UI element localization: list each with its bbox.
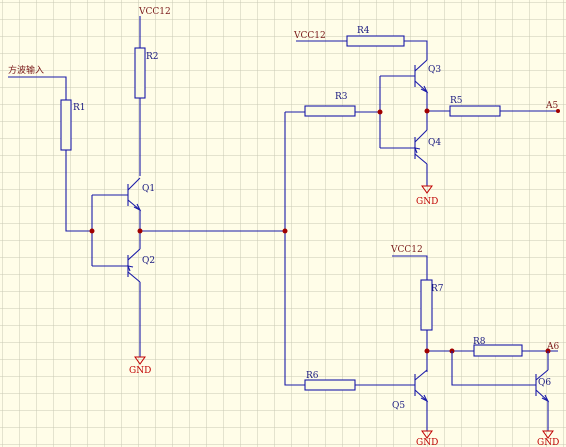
gnd-q2-label: GND xyxy=(129,366,151,376)
r5-label: R5 xyxy=(450,96,463,106)
r1-label: R1 xyxy=(73,103,86,113)
q1-label: Q1 xyxy=(142,184,155,194)
vcc-r4-label: VCC12 xyxy=(293,31,326,41)
grid-background xyxy=(0,0,566,447)
a6-label: A6 xyxy=(546,342,559,352)
r6-label: R6 xyxy=(306,371,319,381)
q6-label: Q6 xyxy=(538,378,551,388)
gnd-q6-label: GND xyxy=(537,438,559,447)
r2-label: R2 xyxy=(146,52,159,62)
junction-q3q4-out xyxy=(424,108,430,114)
r7-label: R7 xyxy=(431,284,444,294)
junction-q3q4-base xyxy=(377,109,383,115)
junction-bus xyxy=(282,228,288,234)
junction-input xyxy=(89,228,95,234)
junction-q5-collector xyxy=(424,348,430,354)
r8-label: R8 xyxy=(473,337,486,347)
q2-label: Q2 xyxy=(142,256,155,266)
schematic-canvas: 方波输入 R1 VCC12 R2 Q1 Q2 GND R3 VCC12 R4 Q… xyxy=(0,0,566,447)
q3-label: Q3 xyxy=(428,65,441,75)
a5-label: A5 xyxy=(545,101,558,111)
gnd-q4-label: GND xyxy=(416,197,438,207)
vcc-top-label: VCC12 xyxy=(138,7,171,17)
junction-q1-q2 xyxy=(137,228,143,234)
q5-label: Q5 xyxy=(392,401,405,411)
r4-label: R4 xyxy=(357,26,370,36)
q4-label: Q4 xyxy=(428,138,441,148)
vcc-r7-label: VCC12 xyxy=(390,245,423,255)
r3-label: R3 xyxy=(335,92,348,102)
input-label: 方波输入 xyxy=(8,64,44,76)
gnd-q5-label: GND xyxy=(416,438,438,447)
